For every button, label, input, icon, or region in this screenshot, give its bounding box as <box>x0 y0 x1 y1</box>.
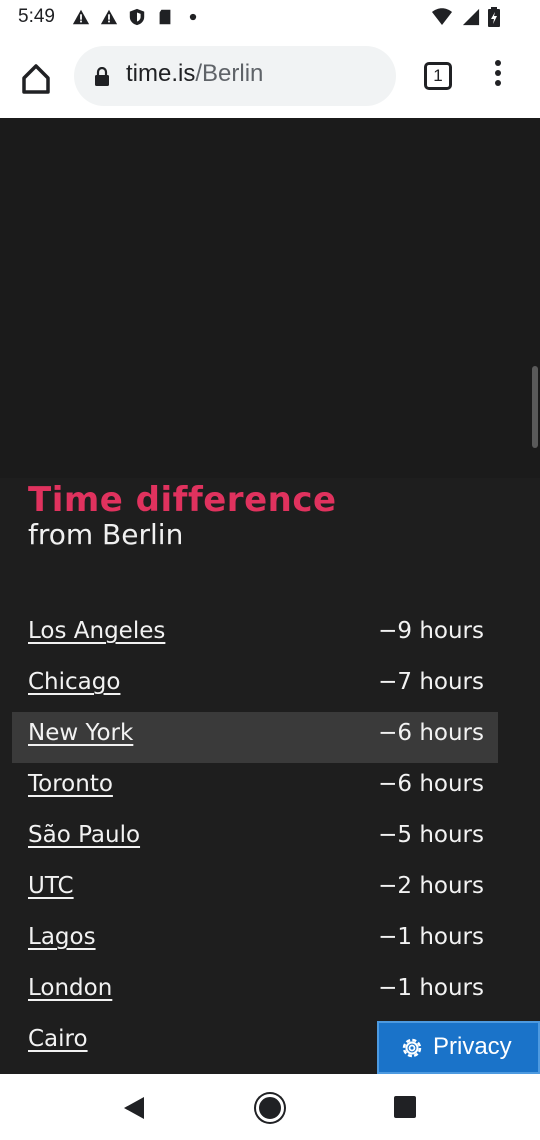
time-diff: −9 hours <box>378 618 484 644</box>
alert-icon <box>100 9 118 25</box>
back-icon[interactable] <box>120 1094 148 1122</box>
url-path: /Berlin <box>195 60 264 87</box>
time-diff: −6 hours <box>378 771 484 797</box>
list-item: São Paulo −5 hours <box>12 814 498 865</box>
wifi-icon <box>432 8 452 25</box>
gear-icon <box>402 1038 422 1058</box>
city-link[interactable]: London <box>28 975 112 1001</box>
home-icon[interactable] <box>16 58 56 98</box>
sd-card-icon <box>159 9 171 25</box>
shield-icon <box>129 8 145 26</box>
lock-icon <box>95 67 109 86</box>
list-item: Los Angeles −9 hours <box>12 610 498 661</box>
time-diff: −6 hours <box>378 720 484 746</box>
page-content[interactable]: Time difference from Berlin Los Angeles … <box>0 118 540 1074</box>
scrollbar-thumb[interactable] <box>532 366 538 448</box>
battery-icon <box>488 7 500 27</box>
time-diff: −7 hours <box>378 669 484 695</box>
status-bar: 5:49 <box>0 0 540 38</box>
url-text[interactable]: time.is/Berlin <box>126 60 263 88</box>
list-item: Lagos −1 hours <box>12 916 498 967</box>
time-diff: −1 hours <box>378 975 484 1001</box>
url-domain: time.is <box>126 60 196 87</box>
list-item: Toronto −6 hours <box>12 763 498 814</box>
dot-icon <box>189 13 197 21</box>
city-link[interactable]: Toronto <box>28 771 113 797</box>
list-item-highlighted: New York −6 hours <box>12 712 498 763</box>
ad-placeholder <box>0 118 540 478</box>
time-diff: −2 hours <box>378 873 484 899</box>
city-link[interactable]: Chicago <box>28 669 120 695</box>
address-bar[interactable]: time.is/Berlin <box>74 46 396 106</box>
city-link[interactable]: New York <box>28 720 133 746</box>
system-icons <box>430 6 500 28</box>
status-time: 5:49 <box>18 6 55 27</box>
time-diff: −1 hours <box>378 924 484 950</box>
browser-toolbar: time.is/Berlin 1 <box>0 38 540 118</box>
list-item: Chicago −7 hours <box>12 661 498 712</box>
heading-subtitle: from Berlin <box>28 518 184 551</box>
tab-switcher-button[interactable]: 1 <box>424 62 452 90</box>
notification-icons <box>72 8 202 26</box>
list-item: London −1 hours <box>12 967 498 1018</box>
time-difference-list: Los Angeles −9 hours Chicago −7 hours Ne… <box>12 610 498 1069</box>
city-link[interactable]: Los Angeles <box>28 618 165 644</box>
privacy-button[interactable]: Privacy <box>377 1021 540 1074</box>
time-diff: −5 hours <box>378 822 484 848</box>
cellular-signal-icon <box>462 8 480 26</box>
privacy-label: Privacy <box>433 1033 512 1060</box>
city-link[interactable]: Cairo <box>28 1026 88 1052</box>
city-link[interactable]: São Paulo <box>28 822 140 848</box>
city-link[interactable]: Lagos <box>28 924 96 950</box>
recents-icon[interactable] <box>394 1096 416 1118</box>
heading-title: Time difference <box>28 480 337 520</box>
system-nav-bar <box>0 1074 540 1140</box>
more-options-icon[interactable] <box>488 56 508 96</box>
time-difference-heading: Time difference from Berlin <box>28 480 337 550</box>
alert-icon <box>72 9 90 25</box>
home-nav-icon[interactable] <box>256 1094 284 1122</box>
list-item: UTC −2 hours <box>12 865 498 916</box>
city-link[interactable]: UTC <box>28 873 74 899</box>
